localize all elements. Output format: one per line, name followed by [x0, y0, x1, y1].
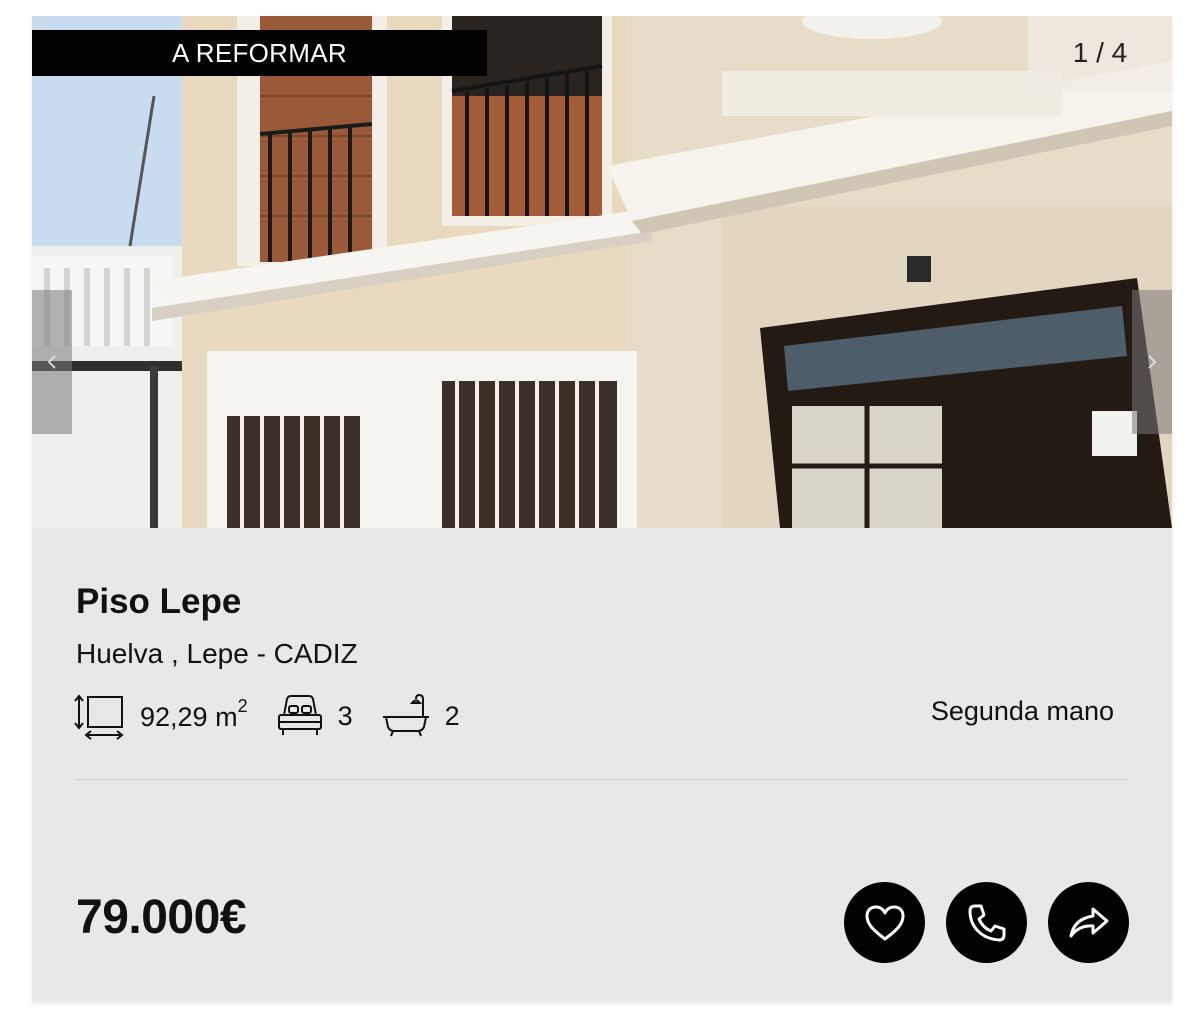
photo-counter: 1 / 4 [1028, 16, 1172, 91]
previous-photo-button[interactable] [32, 290, 72, 434]
listing-features: 92,29 m2 3 2 [74, 688, 488, 744]
listing-title[interactable]: Piso Lepe [76, 582, 241, 622]
next-photo-button[interactable] [1132, 290, 1172, 434]
listing-actions [823, 882, 1129, 963]
area-unit-exponent: 2 [237, 695, 248, 716]
share-icon [1069, 907, 1108, 937]
photo-gallery[interactable]: A REFORMAR 1 / 4 [32, 16, 1172, 528]
share-button[interactable] [1048, 882, 1129, 963]
bedrooms-count: 3 [337, 700, 353, 731]
bathrooms-feature: 2 [381, 693, 460, 739]
bathtub-icon [382, 693, 429, 737]
property-condition: Segunda mano [930, 696, 1114, 726]
area-icon [74, 694, 124, 740]
favorite-button[interactable] [844, 882, 925, 963]
divider [76, 779, 1129, 780]
listing-info: Piso Lepe Huelva , Lepe - CADIZ 92,29 m2 [32, 528, 1172, 1002]
area-value: 92,29 m [140, 701, 238, 732]
bed-icon [277, 695, 322, 735]
listing-location: Huelva , Lepe - CADIZ [76, 638, 358, 669]
listing-card[interactable]: A REFORMAR 1 / 4 Piso Lepe Huelva , Lepe… [32, 16, 1172, 1002]
call-button[interactable] [946, 882, 1027, 963]
chevron-right-icon [1148, 355, 1157, 369]
property-photo [32, 16, 1172, 528]
chevron-left-icon [47, 355, 56, 369]
bathrooms-count: 2 [444, 700, 460, 731]
heart-icon [865, 905, 904, 940]
bedrooms-feature: 3 [276, 693, 353, 739]
status-badge: A REFORMAR [32, 30, 487, 76]
area-feature: 92,29 m2 [74, 692, 248, 740]
phone-icon [968, 904, 1005, 941]
listing-price: 79.000€ [76, 891, 247, 944]
